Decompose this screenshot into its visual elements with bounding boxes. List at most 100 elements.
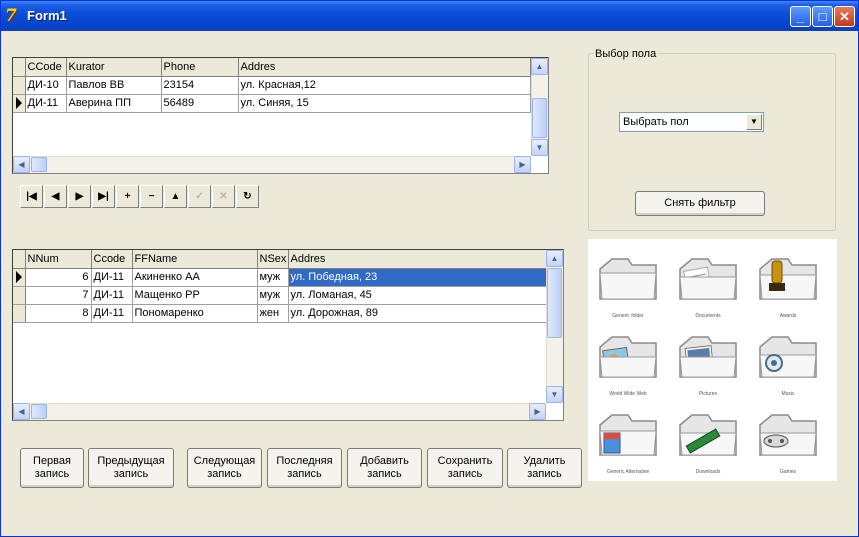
- cell-nnum[interactable]: 6: [25, 268, 92, 287]
- column-header[interactable]: NNum: [25, 250, 92, 269]
- save-record-button[interactable]: Сохранить запись: [427, 448, 503, 488]
- scroll-thumb[interactable]: [31, 404, 47, 419]
- horizontal-scrollbar[interactable]: ◀ ▶: [13, 403, 546, 420]
- cell-nsex[interactable]: муж: [257, 268, 289, 287]
- column-header[interactable]: Ccode: [91, 250, 133, 269]
- cell-addres-selected[interactable]: ул. Победная, 23: [288, 268, 548, 287]
- vertical-scrollbar[interactable]: ▲ ▼: [531, 58, 548, 156]
- cell-ccode[interactable]: ДИ-11: [91, 304, 133, 323]
- cell-ffname[interactable]: Акиненко АА: [132, 268, 258, 287]
- cell-ccode[interactable]: ДИ-11: [25, 94, 67, 113]
- grid-indicator-header: [13, 250, 26, 269]
- folder-generic-alternative: Generic Alternative: [592, 403, 664, 479]
- cell-nsex[interactable]: муж: [257, 286, 289, 305]
- nav-next-button[interactable]: ▶: [68, 185, 91, 208]
- minimize-button[interactable]: _: [790, 6, 811, 27]
- cell-addres[interactable]: ул. Синяя, 15: [238, 94, 531, 113]
- folders-image: Generic folder Documents Awards World Wi…: [588, 239, 837, 481]
- table-row[interactable]: 8 ДИ-11 Пономаренко жен ул. Дорожная, 89: [13, 304, 548, 323]
- column-header[interactable]: Addres: [288, 250, 548, 269]
- nav-prior-button[interactable]: ◀: [44, 185, 67, 208]
- scroll-left-icon[interactable]: ◀: [13, 403, 30, 420]
- folder-music: Music: [752, 325, 824, 401]
- folder-awards: Awards: [752, 247, 824, 323]
- cell-phone[interactable]: 56489: [161, 94, 239, 113]
- download-icon: [679, 414, 737, 456]
- column-header[interactable]: Addres: [238, 58, 531, 77]
- cell-phone[interactable]: 23154: [161, 76, 239, 95]
- table-row[interactable]: 6 ДИ-11 Акиненко АА муж ул. Победная, 23: [13, 268, 548, 287]
- scroll-thumb[interactable]: [31, 157, 47, 172]
- cell-kurator[interactable]: Павлов ВВ: [66, 76, 162, 95]
- column-header[interactable]: CCode: [25, 58, 67, 77]
- cell-ffname[interactable]: Мащенко РР: [132, 286, 258, 305]
- nav-last-button[interactable]: ▶|: [92, 185, 115, 208]
- chevron-down-icon[interactable]: ▼: [746, 114, 762, 130]
- last-record-button[interactable]: Последняя запись: [267, 448, 342, 488]
- cell-nnum[interactable]: 7: [25, 286, 92, 305]
- nav-refresh-button[interactable]: ↻: [236, 185, 259, 208]
- scroll-left-icon[interactable]: ◀: [13, 156, 30, 173]
- column-header[interactable]: FFName: [132, 250, 258, 269]
- folder-icon: [599, 258, 657, 300]
- nav-edit-button[interactable]: ▲: [164, 185, 187, 208]
- column-header[interactable]: Phone: [161, 58, 239, 77]
- groupbox-label: Выбор пола: [594, 48, 658, 60]
- trophy-icon: [759, 258, 817, 300]
- nav-first-button[interactable]: |◀: [20, 185, 43, 208]
- photo-icon: [679, 336, 737, 378]
- nav-delete-button[interactable]: −: [140, 185, 163, 208]
- row-indicator[interactable]: [13, 268, 26, 287]
- gamepad-icon: [759, 414, 817, 456]
- nav-cancel-button[interactable]: ✕: [212, 185, 235, 208]
- documents-icon: [679, 258, 737, 300]
- clear-filter-button[interactable]: Снять фильтр: [635, 191, 765, 216]
- nav-post-button[interactable]: ✓: [188, 185, 211, 208]
- cell-ffname[interactable]: Пономаренко: [132, 304, 258, 323]
- scroll-right-icon[interactable]: ▶: [514, 156, 531, 173]
- row-indicator[interactable]: [13, 76, 26, 95]
- title-bar[interactable]: 7 Form1 _ □ ✕: [1, 1, 858, 31]
- folder-web: World Wide Web: [592, 325, 664, 401]
- column-header[interactable]: NSex: [257, 250, 289, 269]
- nav-insert-button[interactable]: +: [116, 185, 139, 208]
- scroll-thumb[interactable]: [532, 98, 547, 138]
- scroll-up-icon[interactable]: ▲: [531, 58, 548, 75]
- row-indicator[interactable]: [13, 286, 26, 305]
- cell-addres[interactable]: ул. Красная,12: [238, 76, 531, 95]
- vertical-scrollbar[interactable]: ▲ ▼: [546, 250, 563, 403]
- delete-record-button[interactable]: Удалить запись: [507, 448, 582, 488]
- cell-nsex[interactable]: жен: [257, 304, 289, 323]
- table-row[interactable]: ДИ-10 Павлов ВВ 23154 ул. Красная,12: [13, 76, 531, 95]
- window-title: Form1: [27, 8, 67, 23]
- scroll-thumb[interactable]: [547, 268, 562, 338]
- table-row[interactable]: ДИ-11 Аверина ПП 56489 ул. Синяя, 15: [13, 94, 531, 113]
- horizontal-scrollbar[interactable]: ◀ ▶: [13, 156, 531, 173]
- maximize-button[interactable]: □: [812, 6, 833, 27]
- next-record-button[interactable]: Следующая запись: [187, 448, 262, 488]
- cell-nnum[interactable]: 8: [25, 304, 92, 323]
- row-indicator[interactable]: [13, 304, 26, 323]
- cell-addres[interactable]: ул. Дорожная, 89: [288, 304, 548, 323]
- folder-documents: Documents: [672, 247, 744, 323]
- scroll-up-icon[interactable]: ▲: [546, 250, 563, 267]
- gender-select[interactable]: Выбрать пол ▼: [619, 112, 764, 132]
- cell-addres[interactable]: ул. Ломаная, 45: [288, 286, 548, 305]
- first-record-button[interactable]: Первая запись: [20, 448, 84, 488]
- add-record-button[interactable]: Добавить запись: [347, 448, 422, 488]
- cell-kurator[interactable]: Аверина ПП: [66, 94, 162, 113]
- column-header[interactable]: Kurator: [66, 58, 162, 77]
- students-grid[interactable]: NNum Ccode FFName NSex Addres 6 ДИ-11 Ак…: [12, 249, 564, 421]
- gender-select-value: Выбрать пол: [623, 116, 689, 128]
- cell-ccode[interactable]: ДИ-11: [91, 286, 133, 305]
- scroll-down-icon[interactable]: ▼: [546, 386, 563, 403]
- cell-ccode[interactable]: ДИ-11: [91, 268, 133, 287]
- table-row[interactable]: 7 ДИ-11 Мащенко РР муж ул. Ломаная, 45: [13, 286, 548, 305]
- close-button[interactable]: ✕: [834, 6, 855, 27]
- row-indicator[interactable]: [13, 94, 26, 113]
- cell-ccode[interactable]: ДИ-10: [25, 76, 67, 95]
- scroll-down-icon[interactable]: ▼: [531, 139, 548, 156]
- curators-grid[interactable]: CCode Kurator Phone Addres ДИ-10 Павлов …: [12, 57, 549, 174]
- prev-record-button[interactable]: Предыдущая запись: [88, 448, 174, 488]
- scroll-right-icon[interactable]: ▶: [529, 403, 546, 420]
